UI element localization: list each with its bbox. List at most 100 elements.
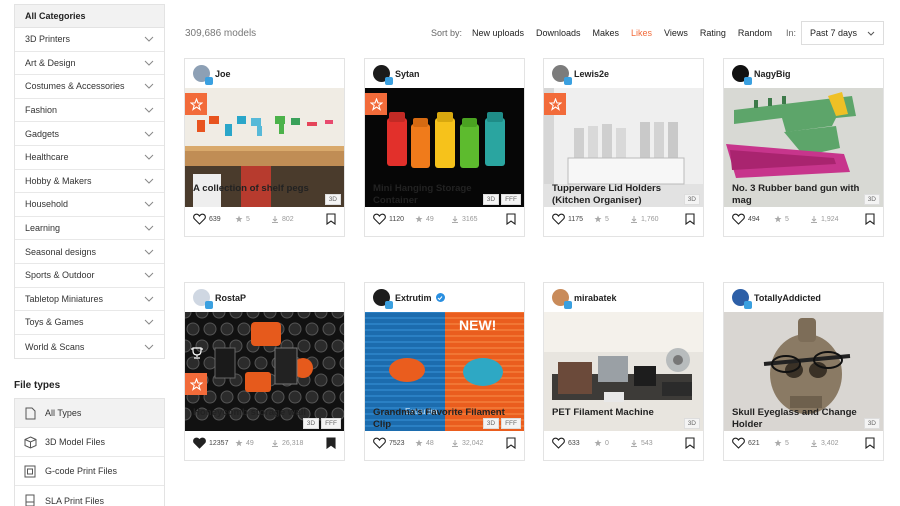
- category-item[interactable]: Toys & Games: [15, 311, 164, 335]
- like-button[interactable]: 7523: [373, 437, 415, 449]
- model-title[interactable]: Skull Eyeglass and Change Holder: [732, 407, 875, 430]
- chevron-down-icon[interactable]: [143, 35, 155, 43]
- sort-option[interactable]: New uploads: [472, 28, 524, 38]
- chevron-down-icon[interactable]: [143, 224, 155, 232]
- category-item[interactable]: Sports & Outdoor: [15, 264, 164, 288]
- chevron-down-icon[interactable]: [143, 177, 155, 185]
- avatar[interactable]: [552, 65, 572, 85]
- author-name[interactable]: Sytan: [395, 69, 420, 79]
- avatar[interactable]: [373, 65, 393, 85]
- card-author[interactable]: Lewis2e: [544, 59, 703, 88]
- chevron-down-icon[interactable]: [143, 343, 155, 351]
- sort-option[interactable]: Likes: [631, 28, 652, 38]
- bookmark-icon[interactable]: [865, 437, 875, 449]
- category-item[interactable]: Healthcare: [15, 146, 164, 170]
- chevron-down-icon[interactable]: [143, 59, 155, 67]
- card-author[interactable]: RostaP: [185, 283, 344, 312]
- chevron-down-icon[interactable]: [143, 295, 155, 303]
- category-item[interactable]: Tabletop Miniatures: [15, 288, 164, 312]
- category-item[interactable]: Hobby & Makers: [15, 170, 164, 194]
- model-title[interactable]: A collection of shelf pegs: [193, 183, 336, 195]
- sort-option[interactable]: Downloads: [536, 28, 581, 38]
- file-type-item[interactable]: 3D Model Files: [15, 428, 164, 458]
- chevron-down-icon[interactable]: [143, 82, 155, 90]
- model-card[interactable]: Joe 3D A collection of shelf pegs 639 5: [184, 58, 345, 237]
- card-author[interactable]: Joe: [185, 59, 344, 88]
- chevron-down-icon[interactable]: [143, 271, 155, 279]
- model-title[interactable]: No. 3 Rubber band gun with mag: [732, 183, 875, 206]
- model-card[interactable]: Extrutim NEW! Extrutim 3D FFF Grandma's F…: [364, 282, 525, 461]
- category-item[interactable]: World & Scans: [15, 335, 164, 359]
- model-card[interactable]: mirabatek 3D PET Filament Machine 633 0: [543, 282, 704, 461]
- chevron-down-icon[interactable]: [143, 318, 155, 326]
- chevron-down-icon[interactable]: [143, 200, 155, 208]
- sort-option[interactable]: Makes: [593, 28, 620, 38]
- author-name[interactable]: Joe: [215, 69, 231, 79]
- category-item[interactable]: Seasonal designs: [15, 240, 164, 264]
- card-author[interactable]: mirabatek: [544, 283, 703, 312]
- model-card[interactable]: RostaP 3D FFF Honeycomb storage wall 1235…: [184, 282, 345, 461]
- chevron-down-icon[interactable]: [143, 130, 155, 138]
- like-button[interactable]: 621: [732, 437, 774, 449]
- like-button[interactable]: 1120: [373, 213, 415, 225]
- avatar[interactable]: [193, 65, 213, 85]
- model-title[interactable]: PET Filament Machine: [552, 407, 695, 419]
- category-item[interactable]: 3D Printers: [15, 28, 164, 52]
- avatar[interactable]: [552, 289, 572, 309]
- category-item[interactable]: Gadgets: [15, 122, 164, 146]
- download-icon: [452, 440, 458, 447]
- bookmark-icon[interactable]: [326, 213, 336, 225]
- bookmark-icon[interactable]: [865, 213, 875, 225]
- model-card[interactable]: Sytan 3D FFF Mini Hanging Storage Contain…: [364, 58, 525, 237]
- model-title[interactable]: Tupperware Lid Holders (Kitchen Organise…: [552, 183, 695, 206]
- like-button[interactable]: 494: [732, 213, 774, 225]
- category-item[interactable]: Fashion: [15, 99, 164, 123]
- chevron-down-icon[interactable]: [143, 106, 155, 114]
- chevron-down-icon[interactable]: [143, 248, 155, 256]
- like-button[interactable]: 12357: [193, 437, 235, 449]
- bookmark-icon[interactable]: [685, 213, 695, 225]
- file-type-item[interactable]: SLA Print Files: [15, 486, 164, 506]
- model-title[interactable]: Honeycomb storage wall: [193, 407, 336, 419]
- model-title[interactable]: Mini Hanging Storage Container: [373, 183, 516, 206]
- sort-option[interactable]: Random: [738, 28, 772, 38]
- period-select[interactable]: Past 7 days: [800, 21, 884, 45]
- model-title[interactable]: Grandma's Favorite Filament Clip: [373, 407, 516, 430]
- card-author[interactable]: NagyBig: [724, 59, 883, 88]
- featured-star-icon: [544, 93, 566, 115]
- avatar[interactable]: [732, 65, 752, 85]
- model-card[interactable]: NagyBig 3D No. 3 Rubber band gun with ma…: [723, 58, 884, 237]
- category-item[interactable]: Learning: [15, 217, 164, 241]
- chevron-down-icon[interactable]: [143, 153, 155, 161]
- bookmark-icon[interactable]: [685, 437, 695, 449]
- like-button[interactable]: 1175: [552, 213, 594, 225]
- avatar[interactable]: [732, 289, 752, 309]
- file-tags: 3D FFF: [302, 418, 341, 429]
- author-name[interactable]: Extrutim: [395, 293, 432, 303]
- category-item[interactable]: Art & Design: [15, 52, 164, 76]
- author-name[interactable]: NagyBig: [754, 69, 791, 79]
- like-button[interactable]: 633: [552, 437, 594, 449]
- avatar[interactable]: [373, 289, 393, 309]
- bookmark-icon[interactable]: [506, 213, 516, 225]
- like-button[interactable]: 639: [193, 213, 235, 225]
- bookmark-icon[interactable]: [326, 437, 336, 449]
- model-card[interactable]: Lewis2e 3D Tupperware Lid Holders (Kitch…: [543, 58, 704, 237]
- card-author[interactable]: TotallyAddicted: [724, 283, 883, 312]
- author-name[interactable]: Lewis2e: [574, 69, 609, 79]
- category-header[interactable]: All Categories: [15, 5, 164, 28]
- author-name[interactable]: mirabatek: [574, 293, 617, 303]
- file-type-item[interactable]: G-code Print Files: [15, 457, 164, 487]
- model-card[interactable]: TotallyAddicted 3D Skull Eyeglass and Ch…: [723, 282, 884, 461]
- sort-option[interactable]: Views: [664, 28, 688, 38]
- category-item[interactable]: Household: [15, 193, 164, 217]
- sort-option[interactable]: Rating: [700, 28, 726, 38]
- file-type-item[interactable]: All Types: [15, 399, 164, 429]
- author-name[interactable]: TotallyAddicted: [754, 293, 821, 303]
- avatar[interactable]: [193, 289, 213, 309]
- card-author[interactable]: Sytan: [365, 59, 524, 88]
- category-item[interactable]: Costumes & Accessories: [15, 75, 164, 99]
- author-name[interactable]: RostaP: [215, 293, 246, 303]
- bookmark-icon[interactable]: [506, 437, 516, 449]
- card-author[interactable]: Extrutim: [365, 283, 524, 312]
